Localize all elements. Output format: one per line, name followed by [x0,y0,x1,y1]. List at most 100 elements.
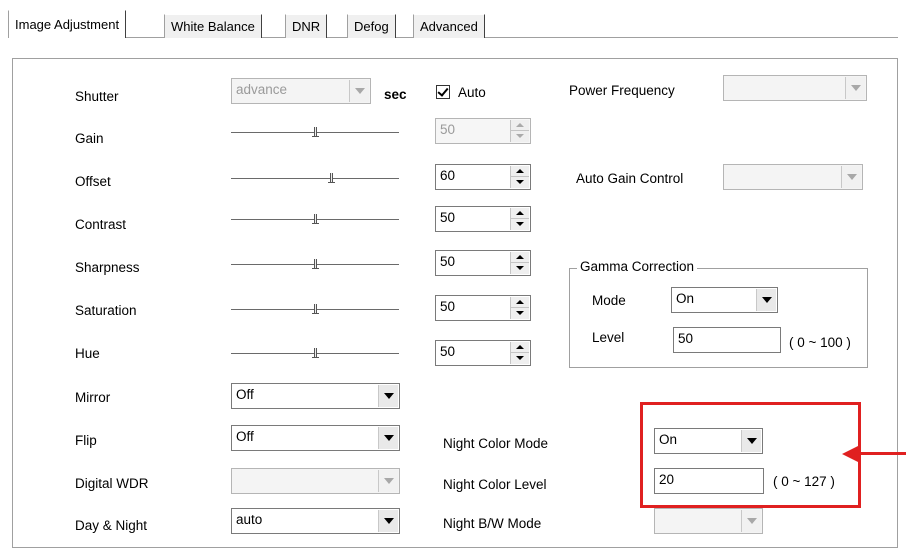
chevron-down-icon [384,435,394,441]
tab-dnr[interactable]: DNR [285,14,328,38]
auto-label: Auto [458,85,486,100]
slider-thumb[interactable] [311,259,319,269]
digital-wdr-label: Digital WDR [75,476,149,491]
tab-label: DNR [292,19,321,34]
saturation-slider[interactable] [231,299,399,319]
flip-value: Off [236,429,254,444]
spin-down-icon[interactable] [511,177,529,188]
spin-up-icon[interactable] [511,252,529,263]
chevron-down-icon [847,174,857,180]
gamma-level-value: 50 [678,331,694,346]
mirror-select[interactable]: Off [231,383,400,409]
offset-slider[interactable] [231,168,399,188]
mirror-label: Mirror [75,390,111,405]
spin-up-icon[interactable] [511,208,529,219]
spin-down-icon[interactable] [511,263,529,274]
dropdown-button[interactable] [378,427,398,449]
gamma-mode-select[interactable]: On [671,287,778,313]
dropdown-button[interactable] [741,510,761,532]
chevron-down-icon [355,88,365,94]
saturation-label: Saturation [75,303,137,318]
gain-spinner[interactable]: 50 [435,118,531,144]
sharpness-value: 50 [440,254,456,269]
hue-spinner[interactable]: 50 [435,340,531,366]
gain-label: Gain [75,131,104,146]
dropdown-button[interactable] [378,510,398,532]
spin-down-icon[interactable] [511,219,529,230]
dropdown-button[interactable] [378,385,398,407]
hue-slider[interactable] [231,343,399,363]
slider-thumb[interactable] [311,304,319,314]
shutter-select[interactable]: advance [231,78,371,104]
tab-white-balance[interactable]: White Balance [164,14,262,38]
dropdown-button[interactable] [349,80,369,102]
offset-label: Offset [75,174,111,189]
highlight-arrow-line [858,452,906,455]
sharpness-label: Sharpness [75,260,140,275]
shutter-value: advance [236,82,288,97]
power-frequency-select[interactable] [723,75,867,101]
sharpness-spinner[interactable]: 50 [435,250,531,276]
spin-up-icon[interactable] [511,166,529,177]
mirror-value: Off [236,387,254,402]
offset-spinner[interactable]: 60 [435,164,531,190]
slider-track [231,178,399,179]
tab-image-adjustment[interactable]: Image Adjustment [8,10,127,38]
spin-up-icon[interactable] [511,297,529,308]
dropdown-button[interactable] [845,77,865,99]
night-color-level-label: Night Color Level [443,477,547,492]
chevron-down-icon [384,393,394,399]
contrast-label: Contrast [75,217,127,232]
highlight-box [640,402,861,508]
dropdown-button[interactable] [756,289,776,311]
contrast-slider[interactable] [231,209,399,229]
chevron-down-icon [384,478,394,484]
digital-wdr-select[interactable] [231,468,400,494]
gain-slider[interactable] [231,122,399,142]
saturation-spinner[interactable]: 50 [435,295,531,321]
tab-defog[interactable]: Defog [347,14,396,38]
night-bw-mode-select[interactable] [654,508,763,534]
chevron-down-icon [384,518,394,524]
arrow-left-icon [842,446,858,462]
auto-gain-control-select[interactable] [723,164,863,190]
tab-label: Advanced [420,19,478,34]
flip-select[interactable]: Off [231,425,400,451]
day-night-select[interactable]: auto [231,508,400,534]
power-frequency-label: Power Frequency [569,83,675,98]
tab-label: Image Adjustment [15,17,120,32]
spin-down-icon[interactable] [511,308,529,319]
gamma-correction-title: Gamma Correction [577,259,698,274]
slider-thumb[interactable] [311,214,319,224]
sharpness-slider[interactable] [231,254,399,274]
spin-up-icon[interactable] [511,120,529,131]
saturation-value: 50 [440,299,456,314]
shutter-unit: sec [384,87,407,102]
day-night-label: Day & Night [75,518,148,533]
dropdown-button[interactable] [378,470,398,492]
slider-thumb[interactable] [311,348,319,358]
contrast-value: 50 [440,210,456,225]
tab-label: Defog [354,19,389,34]
slider-thumb[interactable] [328,173,336,183]
auto-checkbox[interactable] [436,85,450,99]
gamma-correction-group [569,268,868,368]
gamma-level-input[interactable]: 50 [673,327,781,353]
gain-value: 50 [440,122,456,137]
tab-advanced[interactable]: Advanced [413,14,485,38]
gamma-mode-label: Mode [592,293,626,308]
contrast-spinner[interactable]: 50 [435,206,531,232]
spin-up-icon[interactable] [511,342,529,353]
spin-down-icon[interactable] [511,131,529,142]
chevron-down-icon [747,518,757,524]
dropdown-button[interactable] [841,166,861,188]
spin-down-icon[interactable] [511,353,529,364]
chevron-down-icon [851,85,861,91]
gamma-level-range: ( 0 ~ 100 ) [789,335,851,350]
checkmark-icon [437,85,449,97]
auto-gain-control-label: Auto Gain Control [576,171,684,186]
day-night-value: auto [236,512,263,527]
night-bw-mode-label: Night B/W Mode [443,516,542,531]
slider-thumb[interactable] [311,127,319,137]
gamma-mode-value: On [676,291,695,306]
